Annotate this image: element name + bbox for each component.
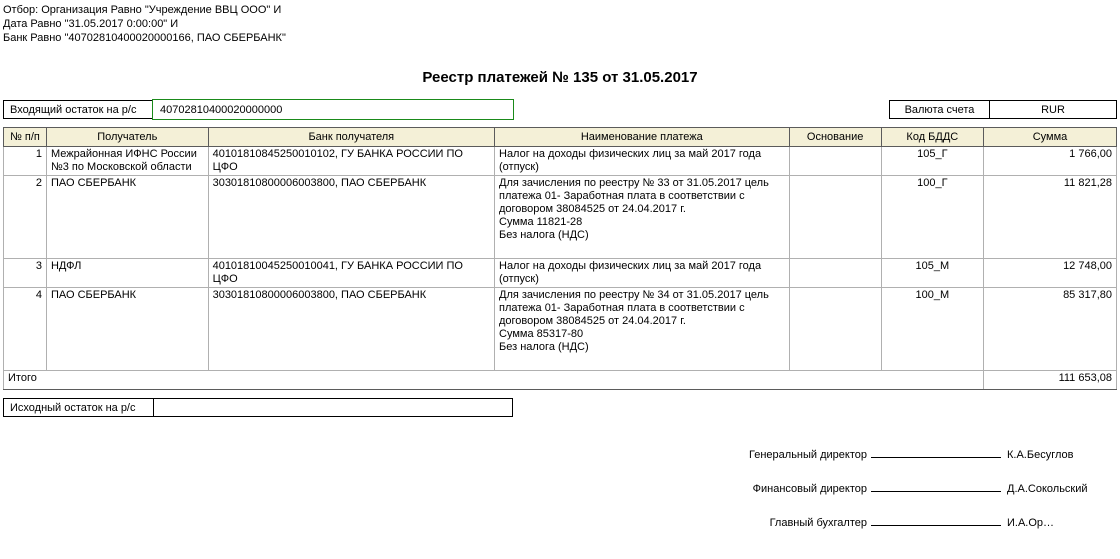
signatures-block: Генеральный директор К.А.Бесуглов Финансов… [3,445,1117,529]
cell-code: 100_Г [881,176,983,259]
cell-recipient: Межрайонная ИФНС России №3 по Московской… [46,147,208,176]
col-header-code: Код БДДС [881,128,983,147]
cell-sum: 12 748,00 [983,259,1116,288]
cell-num: 3 [4,259,47,288]
signature-line: Главный бухгалтер И.А.Ор… [3,513,1117,529]
signature-line: Генеральный директор К.А.Бесуглов [3,445,1117,461]
filter-line-1: Отбор: Организация Равно "Учреждение ВВЦ… [3,3,1117,17]
filter-line-3: Банк Равно "40702810400020000166, ПАО СБ… [3,31,1117,45]
col-header-recipient: Получатель [46,128,208,147]
signature-name: Д.А.Сокольский [1001,483,1117,495]
col-header-basis: Основание [789,128,881,147]
filter-block: Отбор: Организация Равно "Учреждение ВВЦ… [3,3,1117,45]
cell-code: 100_М [881,288,983,371]
table-row: 4ПАО СБЕРБАНК30301810800006003800, ПАО С… [4,288,1117,371]
outgoing-balance-label: Исходный остаток на р/с [3,398,153,417]
cell-num: 4 [4,288,47,371]
col-header-payment: Наименование платежа [495,128,790,147]
table-row: 2ПАО СБЕРБАНК30301810800006003800, ПАО С… [4,176,1117,259]
total-label: Итого [4,371,984,390]
cell-bank: 40101810845250010102, ГУ БАНКА РОССИИ ПО… [208,147,494,176]
cell-payment: Налог на доходы физических лиц за май 20… [495,147,790,176]
cell-payment: Для зачисления по реестру № 33 от 31.05.… [495,176,790,259]
table-row: 1Межрайонная ИФНС России №3 по Московско… [4,147,1117,176]
signature-name: И.А.Ор… [1001,517,1117,529]
filter-line-2: Дата Равно "31.05.2017 0:00:00" И [3,17,1117,31]
currency-value: RUR [989,100,1117,119]
currency-label: Валюта счета [889,100,989,119]
cell-bank: 30301810800006003800, ПАО СБЕРБАНК [208,176,494,259]
cell-payment: Для зачисления по реестру № 34 от 31.05.… [495,288,790,371]
signature-role: Финансовый директор [697,483,871,495]
cell-recipient: ПАО СБЕРБАНК [46,176,208,259]
cell-recipient: ПАО СБЕРБАНК [46,288,208,371]
cell-bank: 40101810045250010041, ГУ БАНКА РОССИИ ПО… [208,259,494,288]
signature-underline [871,445,1001,458]
cell-payment: Налог на доходы физических лиц за май 20… [495,259,790,288]
col-header-bank: Банк получателя [208,128,494,147]
signature-role: Генеральный директор [697,449,871,461]
cell-code: 105_Г [881,147,983,176]
cell-sum: 1 766,00 [983,147,1116,176]
cell-bank: 30301810800006003800, ПАО СБЕРБАНК [208,288,494,371]
incoming-balance-label: Входящий остаток на р/с [3,100,153,119]
table-row: 3НДФЛ40101810045250010041, ГУ БАНКА РОСС… [4,259,1117,288]
cell-basis [789,288,881,371]
cell-basis [789,147,881,176]
cell-code: 105_М [881,259,983,288]
outgoing-balance-cell[interactable] [153,398,513,417]
cell-sum: 85 317,80 [983,288,1116,371]
cell-num: 2 [4,176,47,259]
signature-name: К.А.Бесуглов [1001,449,1117,461]
cell-sum: 11 821,28 [983,176,1116,259]
col-header-num: № п/п [4,128,47,147]
signature-role: Главный бухгалтер [697,517,871,529]
signature-underline [871,513,1001,526]
cell-recipient: НДФЛ [46,259,208,288]
cell-basis [789,259,881,288]
signature-line: Финансовый директор Д.А.Сокольский [3,479,1117,495]
total-sum: 111 653,08 [983,371,1116,390]
col-header-sum: Сумма [983,128,1116,147]
signature-underline [871,479,1001,492]
report-title: Реестр платежей № 135 от 31.05.2017 [3,45,1117,100]
payments-table: № п/п Получатель Банк получателя Наимено… [3,127,1117,390]
cell-num: 1 [4,147,47,176]
total-row: Итого 111 653,08 [4,371,1117,390]
cell-basis [789,176,881,259]
incoming-balance-cell[interactable]: 40702810400020000000 [153,100,513,119]
